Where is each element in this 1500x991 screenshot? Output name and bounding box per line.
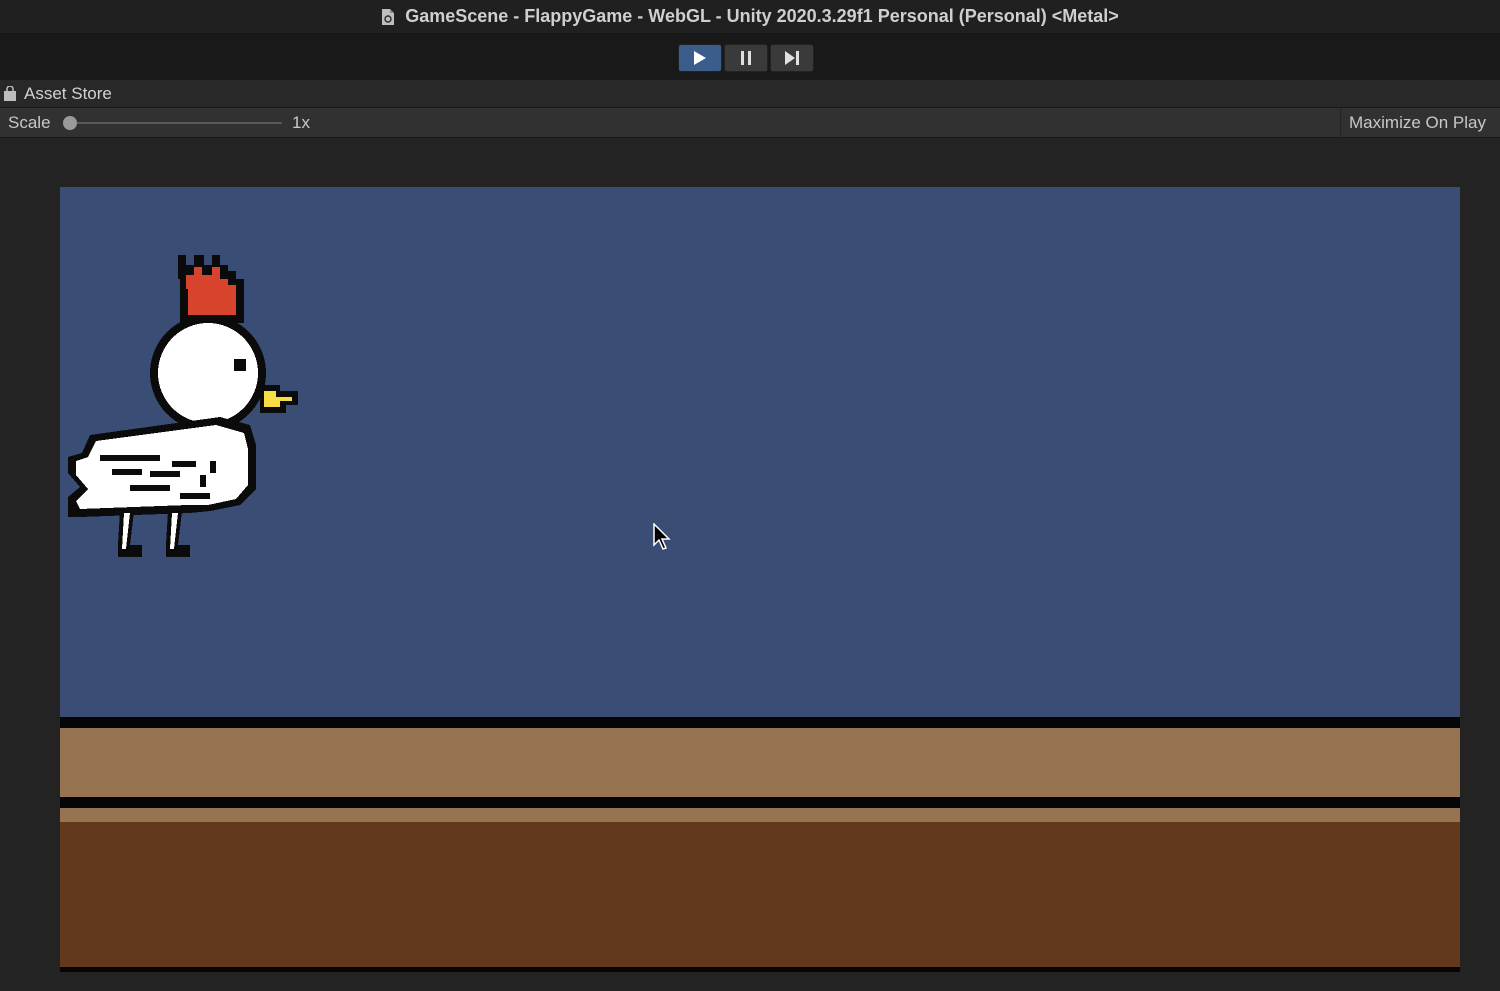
ground-outline-bottom (60, 967, 1460, 972)
step-icon (785, 51, 799, 65)
play-controls (678, 44, 816, 74)
play-icon (694, 51, 706, 65)
step-button[interactable] (770, 44, 814, 72)
ground-outline-top (60, 717, 1460, 728)
scale-slider-thumb[interactable] (63, 116, 77, 130)
ground-stripe (60, 808, 1460, 822)
ground-outline-middle (60, 797, 1460, 808)
mouse-cursor-icon (653, 523, 671, 550)
chicken-sprite (68, 255, 298, 557)
tab-asset-store[interactable]: Asset Store (24, 84, 112, 104)
bag-icon (4, 85, 16, 101)
window-title-bar: GameScene - FlappyGame - WebGL - Unity 2… (0, 0, 1500, 34)
ground-dirt (60, 822, 1460, 967)
scale-value: 1x (292, 113, 310, 132)
maximize-on-play-button[interactable]: Maximize On Play (1340, 108, 1494, 137)
play-button[interactable] (678, 44, 722, 72)
play-toolbar (0, 34, 1500, 80)
pause-icon (741, 51, 751, 65)
unity-scene-icon (382, 8, 395, 25)
game-view-toolbar: Scale 1x Maximize On Play (0, 108, 1500, 138)
scale-slider-track[interactable] (70, 122, 282, 124)
scale-label: Scale (8, 113, 51, 132)
game-canvas[interactable] (60, 187, 1460, 972)
ground-grass (60, 728, 1460, 797)
pause-button[interactable] (724, 44, 768, 72)
window-title: GameScene - FlappyGame - WebGL - Unity 2… (405, 6, 1119, 26)
tab-bar: Asset Store (0, 80, 1500, 108)
